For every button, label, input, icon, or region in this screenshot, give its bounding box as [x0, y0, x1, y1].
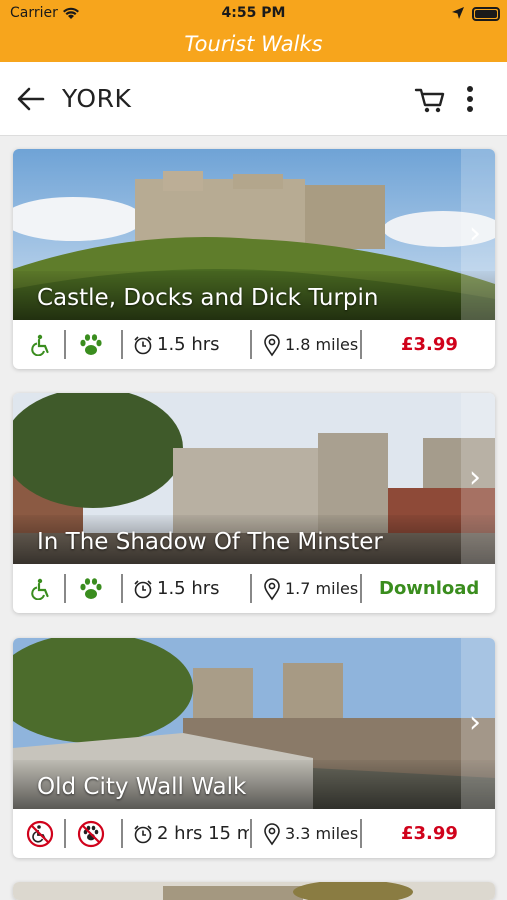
- alarm-clock-icon: [134, 579, 152, 598]
- paw-icon: [78, 320, 104, 369]
- page-title: YORK: [62, 84, 132, 113]
- walk-title: Castle, Docks and Dick Turpin: [37, 285, 379, 311]
- distance: 1.8 miles: [263, 320, 358, 369]
- walk-photo-partial: [13, 882, 495, 900]
- map-pin-icon: [264, 577, 280, 600]
- duration-text: 1.5 hrs: [157, 334, 220, 355]
- cart-icon[interactable]: [414, 86, 446, 114]
- more-vertical-icon[interactable]: [460, 84, 480, 114]
- price-text: £3.99: [401, 823, 458, 844]
- duration-text: 2 hrs 15 mins: [157, 823, 249, 844]
- map-pin-icon: [264, 822, 280, 845]
- wheelchair-icon: [30, 320, 52, 369]
- status-bar: Carrier 4:55 PM: [0, 0, 507, 28]
- alarm-clock-icon: [134, 335, 152, 354]
- duration: 1.5 hrs: [133, 564, 220, 613]
- no-dogs-icon: [77, 809, 105, 858]
- nav-bar: YORK: [0, 62, 507, 136]
- walk-info-row: 2 hrs 15 mins 3.3 miles £3.99: [13, 809, 495, 858]
- duration-text: 1.5 hrs: [157, 578, 220, 599]
- paw-icon: [78, 564, 104, 613]
- walk-card-partial[interactable]: [13, 882, 495, 900]
- distance: 1.7 miles: [263, 564, 358, 613]
- price-button[interactable]: £3.99: [401, 320, 458, 369]
- chevron-right-icon[interactable]: ›: [461, 149, 495, 320]
- arrow-left-icon[interactable]: [16, 86, 46, 112]
- distance-text: 1.8 miles: [285, 335, 359, 354]
- status-time: 4:55 PM: [221, 5, 286, 21]
- wheelchair-icon: [30, 564, 52, 613]
- location-arrow-icon: [451, 6, 465, 24]
- walk-info-row: 1.5 hrs 1.7 miles Download: [13, 564, 495, 613]
- walk-info-row: 1.5 hrs 1.8 miles £3.99: [13, 320, 495, 369]
- price-button[interactable]: £3.99: [401, 809, 458, 858]
- duration: 2 hrs 15 mins: [133, 809, 249, 858]
- price-text: £3.99: [401, 334, 458, 355]
- alarm-clock-icon: [134, 824, 152, 843]
- duration: 1.5 hrs: [133, 320, 220, 369]
- walk-title: Old City Wall Walk: [37, 774, 247, 800]
- distance-text: 3.3 miles: [285, 824, 359, 843]
- map-pin-icon: [264, 333, 280, 356]
- walk-card[interactable]: Castle, Docks and Dick Turpin › 1.5 hrs …: [13, 149, 495, 369]
- no-wheelchair-icon: [26, 809, 54, 858]
- distance: 3.3 miles: [263, 809, 358, 858]
- app-brand: Tourist Walks: [184, 32, 323, 56]
- walk-card[interactable]: In The Shadow Of The Minster › 1.5 hrs 1…: [13, 393, 495, 613]
- battery-icon: [472, 7, 500, 21]
- chevron-right-icon[interactable]: ›: [461, 638, 495, 809]
- chevron-right-icon[interactable]: ›: [461, 393, 495, 564]
- brand-bar: Tourist Walks: [0, 28, 507, 62]
- walk-card[interactable]: Old City Wall Walk › 2 hrs 15 mins 3.3 m…: [13, 638, 495, 858]
- download-text: Download: [379, 578, 480, 599]
- distance-text: 1.7 miles: [285, 579, 359, 598]
- walk-title: In The Shadow Of The Minster: [37, 529, 383, 555]
- download-button[interactable]: Download: [379, 564, 479, 613]
